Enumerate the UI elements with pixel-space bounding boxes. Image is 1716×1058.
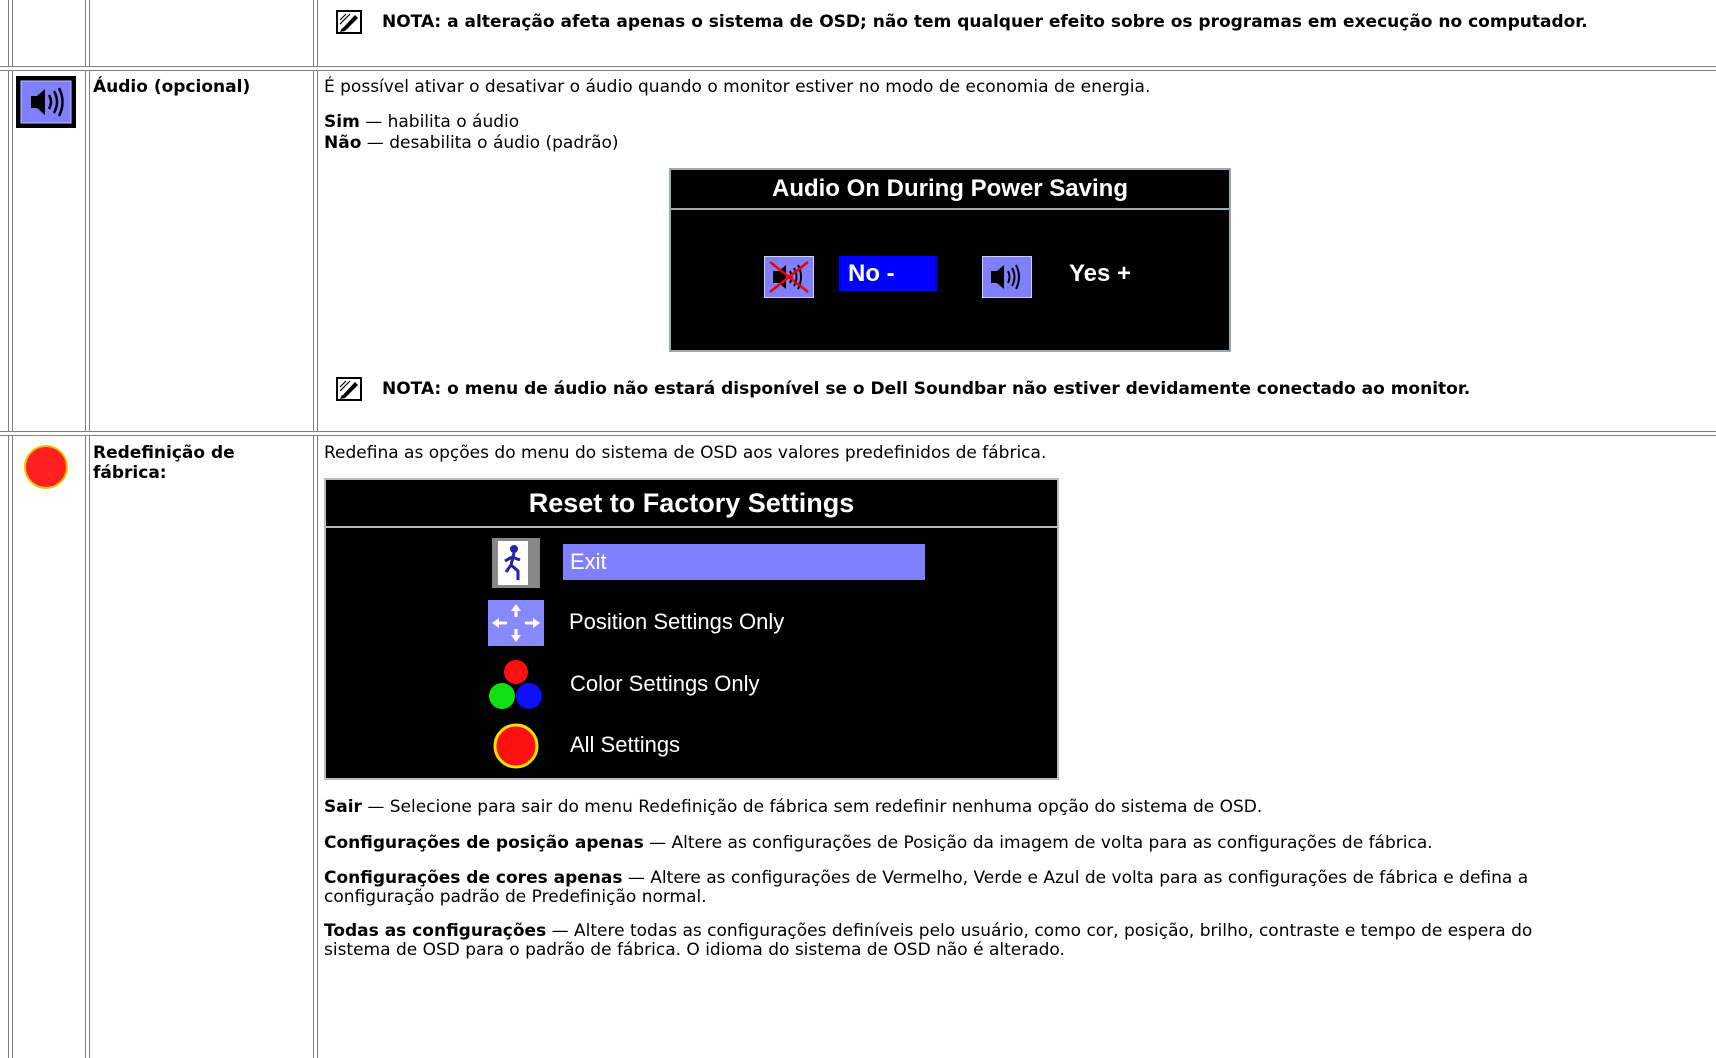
def-term: Configurações de cores apenas [324, 868, 623, 888]
reset-label: Redefinição de fábrica: [93, 443, 235, 483]
def-text: — Altere as configurações de Posição da … [643, 833, 1433, 853]
muted-speaker-icon [764, 256, 814, 298]
def-posicao: Configurações de posição apenas — Altere… [324, 833, 1554, 854]
reset-osd-screenshot: Reset to Factory Settings Exit Position … [324, 478, 1059, 780]
reset-definitions: Sair — Selecione para sair do menu Redef… [324, 797, 1554, 960]
note-osd-change: NOTA: a alteração afeta apenas o sistema… [336, 10, 1588, 34]
reset-option-all: All Settings [570, 732, 681, 757]
def-todas: Todas as configurações — Altere todas as… [324, 922, 1554, 960]
note-pencil-icon [336, 10, 362, 34]
sim-term: Sim [324, 112, 360, 132]
position-arrows-icon [488, 600, 544, 646]
red-circle-icon [24, 445, 68, 489]
note-text: NOTA: o menu de áudio não estará disponí… [382, 379, 1471, 399]
reset-osd-title: Reset to Factory Settings [326, 480, 1057, 528]
audio-osd-no-option: No - [839, 256, 937, 291]
speaker-icon [20, 80, 72, 124]
reset-option-exit-label: Exit [570, 549, 607, 574]
nao-text: — desabilita o áudio (padrão) [361, 133, 619, 153]
audio-osd-screenshot: Audio On During Power Saving No - Yes + [669, 168, 1231, 352]
reset-description: Redefina as opções do menu do sistema de… [324, 443, 1047, 463]
audio-row-icon [16, 76, 76, 128]
audio-label: Áudio (opcional) [93, 77, 251, 97]
def-sair: Sair — Selecione para sair do menu Redef… [324, 797, 1554, 818]
def-cores: Configurações de cores apenas — Altere a… [324, 869, 1554, 907]
note-pencil-icon [336, 377, 362, 401]
audio-options: Sim — habilita o áudio Não — desabilita … [324, 112, 619, 154]
reset-option-color: Color Settings Only [570, 671, 760, 696]
exit-icon [492, 538, 540, 588]
note-text: NOTA: a alteração afeta apenas o sistema… [382, 12, 1588, 32]
nao-term: Não [324, 133, 362, 153]
audio-description: É possível ativar o desativar o áudio qu… [324, 77, 1151, 97]
audio-osd-title: Audio On During Power Saving [671, 170, 1229, 210]
all-settings-red-icon [492, 722, 540, 770]
def-text: — Selecione para sair do menu Redefiniçã… [361, 797, 1263, 817]
table-border-icon-col [85, 0, 90, 1058]
note-audio-menu: NOTA: o menu de áudio não estará disponí… [336, 377, 1470, 401]
row-separator-1 [0, 66, 1716, 71]
color-circles-icon [488, 658, 544, 712]
def-term: Sair [324, 797, 362, 817]
audio-osd-no-label: No - [848, 260, 895, 287]
audio-osd-yes-label: Yes + [1069, 260, 1132, 287]
reset-row-icon [23, 444, 69, 490]
row-separator-2 [0, 431, 1716, 436]
sim-text: — habilita o áudio [359, 112, 520, 132]
def-term: Configurações de posição apenas [324, 833, 644, 853]
table-border-left [8, 0, 13, 1058]
speaker-on-icon [982, 256, 1032, 298]
reset-option-position: Position Settings Only [569, 609, 785, 634]
reset-option-exit: Exit [563, 544, 925, 580]
def-term: Todas as configurações [324, 921, 547, 941]
table-border-label-col [313, 0, 318, 1058]
